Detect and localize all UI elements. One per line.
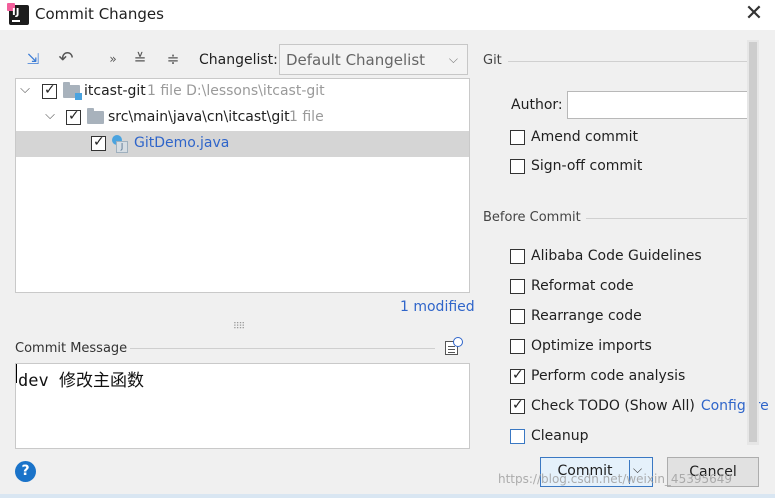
sign-off-commit-checkbox[interactable] (510, 159, 525, 174)
changelist-label: Changelist: (199, 52, 278, 68)
project-name: itcast-git (84, 83, 146, 99)
scrollbar-thumb[interactable] (749, 42, 757, 442)
more-icon[interactable]: » (104, 50, 122, 68)
project-meta: 1 file D:\lessons\itcast-git (147, 83, 325, 99)
alibaba-guidelines-checkbox[interactable] (510, 249, 525, 264)
java-file-icon: J (112, 135, 129, 153)
author-label: Author: (511, 97, 563, 113)
tree-row-directory[interactable]: ⌵ src\main\java\cn\itcast\git 1 file (16, 105, 469, 131)
changes-tree[interactable]: ⌵ itcast-git 1 file D:\lessons\itcast-gi… (15, 78, 470, 293)
rearrange-code-label[interactable]: Rearrange code (531, 308, 642, 324)
git-section-label: Git (483, 53, 502, 68)
commit-message-text: dev 修改主函数 (18, 371, 144, 391)
separator (586, 218, 758, 219)
separator (130, 348, 435, 349)
code-analysis-label[interactable]: Perform code analysis (531, 368, 685, 384)
chevron-down-icon[interactable]: ⌵ (19, 82, 31, 97)
commit-message-label: Commit Message (15, 341, 128, 356)
expand-all-icon[interactable]: ≚ (131, 50, 149, 68)
bottom-strip (0, 494, 775, 498)
reformat-code-checkbox[interactable] (510, 279, 525, 294)
changelist-value: Default Changelist (286, 51, 426, 69)
project-folder-icon (63, 82, 82, 100)
help-icon[interactable]: ? (15, 461, 36, 482)
optimize-imports-label[interactable]: Optimize imports (531, 338, 652, 354)
file-checkbox[interactable] (91, 134, 106, 151)
alibaba-guidelines-label[interactable]: Alibaba Code Guidelines (531, 248, 702, 264)
directory-meta: 1 file (289, 109, 324, 125)
rollback-icon[interactable]: ↶ (57, 50, 75, 68)
before-commit-section-label: Before Commit (483, 210, 581, 225)
file-name: GitDemo.java (134, 135, 230, 151)
tree-row-project[interactable]: ⌵ itcast-git 1 file D:\lessons\itcast-gi… (16, 79, 469, 105)
separator (508, 61, 758, 62)
amend-commit-label[interactable]: Amend commit (531, 129, 638, 145)
cleanup-checkbox[interactable] (510, 429, 525, 444)
text-caret (16, 364, 17, 383)
commit-message-input[interactable]: dev 修改主函数 (15, 363, 470, 449)
check-todo-checkbox[interactable] (510, 397, 525, 414)
directory-name: src\main\java\cn\itcast\git (108, 109, 290, 125)
message-history-icon[interactable] (445, 337, 465, 357)
chevron-down-icon[interactable]: ⌵ (44, 108, 56, 123)
watermark: https://blog.csdn.net/weixin_45395649 (498, 472, 733, 486)
check-todo-label-wrap: Check TODO (Show All) Configure (531, 398, 769, 414)
folder-icon (87, 108, 104, 124)
window-title: Commit Changes (35, 5, 164, 23)
modified-count[interactable]: 1 modified (400, 299, 475, 315)
intellij-app-icon (7, 3, 29, 25)
optimize-imports-checkbox[interactable] (510, 339, 525, 354)
code-analysis-checkbox[interactable] (510, 367, 525, 384)
tree-row-file[interactable]: J GitDemo.java (16, 131, 469, 157)
author-input[interactable] (567, 91, 756, 119)
collapse-all-icon[interactable]: ≑ (164, 50, 182, 68)
sign-off-commit-label[interactable]: Sign-off commit (531, 158, 642, 174)
cleanup-label[interactable]: Cleanup (531, 428, 589, 444)
splitter-grip[interactable]: ⠿⠿ (233, 322, 245, 332)
chevron-down-icon: ⌵ (448, 52, 458, 66)
project-checkbox[interactable] (42, 82, 57, 99)
check-todo-label[interactable]: Check TODO (Show All) (531, 398, 695, 414)
reformat-code-label[interactable]: Reformat code (531, 278, 634, 294)
changelist-dropdown[interactable]: Default Changelist ⌵ (279, 44, 468, 75)
rearrange-code-checkbox[interactable] (510, 309, 525, 324)
show-diff-icon[interactable]: ⇲ (24, 50, 42, 68)
directory-checkbox[interactable] (66, 108, 81, 125)
close-icon[interactable]: ✕ (744, 3, 764, 25)
amend-commit-checkbox[interactable] (510, 130, 525, 145)
